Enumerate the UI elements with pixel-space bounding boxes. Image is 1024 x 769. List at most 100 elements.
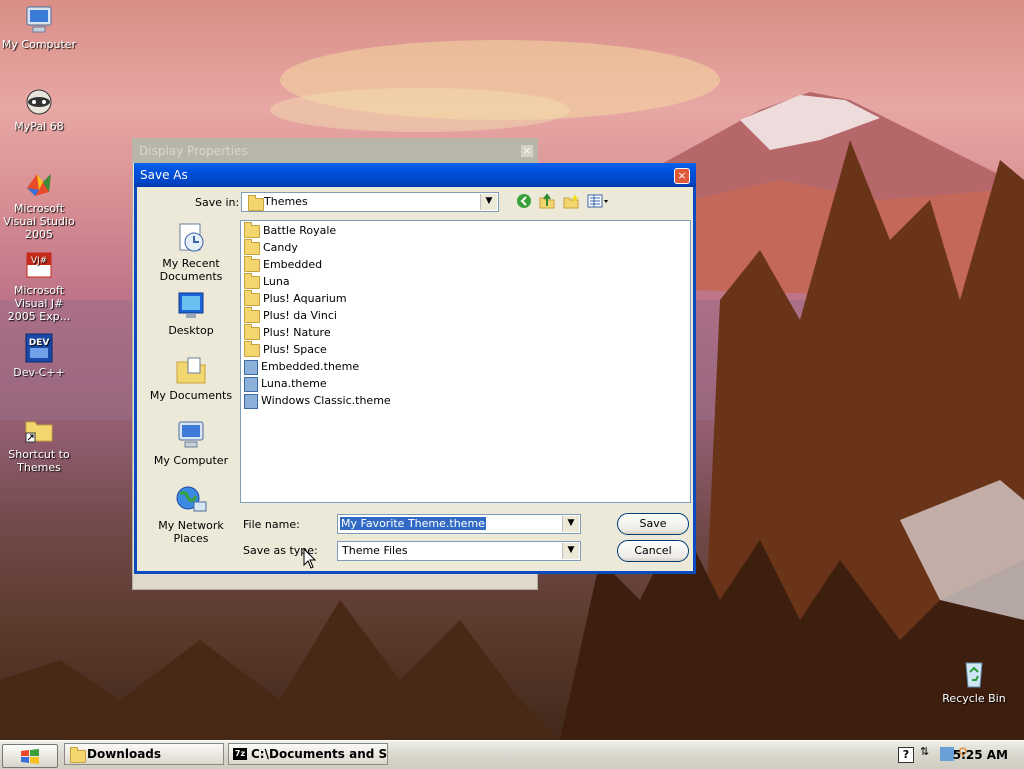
close-icon[interactable]: × <box>521 145 533 157</box>
save-type-value: Theme Files <box>342 544 408 557</box>
file-name-value[interactable]: My Favorite Theme.theme <box>340 517 486 530</box>
network-places-icon <box>176 486 207 512</box>
list-item[interactable]: Plus! Space <box>244 340 327 358</box>
desktop-icon <box>178 292 204 318</box>
desktop-icon-my-computer[interactable]: My Computer <box>0 4 79 51</box>
places-label: My Documents <box>149 389 233 402</box>
desktop-icon-label: Microsoft Visual J# 2005 Exp... <box>7 284 71 323</box>
theme-file-icon <box>244 393 258 409</box>
save-in-dropdown[interactable]: Themes ▼ <box>241 192 499 212</box>
save-in-label: Save in: <box>195 196 240 209</box>
taskbar-item-downloads[interactable]: Downloads <box>64 743 224 765</box>
list-item[interactable]: Plus! Nature <box>244 323 331 341</box>
places-my-network[interactable]: My Network Places <box>149 484 233 545</box>
folder-icon <box>70 747 86 763</box>
save-type-dropdown[interactable]: Theme Files ▼ <box>337 541 581 561</box>
theme-file-icon <box>244 359 258 375</box>
folder-icon <box>244 221 260 238</box>
chevron-down-icon[interactable]: ▼ <box>562 516 579 532</box>
taskbar: Downloads 7z C:\Documents and Se... ? ⇅ … <box>0 740 1024 769</box>
windows-logo-icon <box>21 749 39 764</box>
theme-file-icon <box>244 376 258 392</box>
taskbar-item-label: Downloads <box>87 747 162 761</box>
desktop-icon-label: Recycle Bin <box>942 692 1006 705</box>
list-item[interactable]: Battle Royale <box>244 221 336 239</box>
folder-icon <box>244 238 260 255</box>
svg-text:DEV: DEV <box>29 338 50 348</box>
list-item[interactable]: Candy <box>244 238 298 256</box>
list-item[interactable]: Windows Classic.theme <box>244 393 391 409</box>
desktop-icon-shortcut-themes[interactable]: Shortcut to Themes <box>0 414 79 474</box>
list-item[interactable]: Plus! Aquarium <box>244 289 347 307</box>
system-tray: ? ⇅ ⚲ 5:25 AM <box>896 742 1024 768</box>
list-item[interactable]: Luna.theme <box>244 376 327 392</box>
dialog-title: Save As <box>134 163 696 187</box>
visual-studio-icon <box>27 174 51 196</box>
folder-icon <box>244 289 260 306</box>
desktop-icon-visual-studio[interactable]: Microsoft Visual Studio 2005 <box>0 168 79 241</box>
up-folder-icon <box>539 193 555 209</box>
list-item[interactable]: Plus! da Vinci <box>244 306 337 324</box>
places-label: My Recent Documents <box>159 257 223 283</box>
desktop-icon-mypal[interactable]: MyPal 68 <box>0 86 79 133</box>
places-label: My Computer <box>153 454 229 467</box>
save-as-dialog: Save As × Save in: Themes ▼ My Recent Do… <box>134 163 696 574</box>
file-name-label: File name: <box>243 518 300 531</box>
network-connection-icon[interactable]: ⇅ <box>920 745 929 758</box>
places-label: My Network Places <box>158 519 224 545</box>
desktop-icon-label: Microsoft Visual Studio 2005 <box>3 202 75 241</box>
seven-zip-icon: 7z <box>233 748 247 760</box>
places-label: Desktop <box>168 324 214 337</box>
save-in-value: Themes <box>264 195 308 208</box>
places-recent-documents[interactable]: My Recent Documents <box>149 222 233 283</box>
places-my-computer[interactable]: My Computer <box>149 419 233 467</box>
folder-shortcut-icon <box>25 421 53 443</box>
raccoon-browser-icon <box>26 89 52 115</box>
desktop-icon-label: My Computer <box>1 38 77 51</box>
folder-icon <box>244 340 260 357</box>
view-menu-button[interactable] <box>585 193 611 213</box>
svg-text:VJ#: VJ# <box>31 256 47 266</box>
computer-icon <box>178 421 204 448</box>
folder-icon <box>244 306 260 323</box>
back-arrow-icon <box>517 194 531 208</box>
desktop-icon-label: MyPal 68 <box>14 120 64 133</box>
chevron-down-icon[interactable]: ▼ <box>562 543 579 559</box>
chevron-down-icon[interactable]: ▼ <box>480 194 497 210</box>
places-my-documents[interactable]: My Documents <box>149 354 233 402</box>
desktop-icon-recycle-bin[interactable]: Recycle Bin <box>934 658 1014 705</box>
up-folder-button[interactable] <box>537 193 557 213</box>
computer-icon <box>26 6 52 33</box>
save-button[interactable]: Save <box>617 513 689 535</box>
file-name-field[interactable]: My Favorite Theme.theme ▼ <box>337 514 581 534</box>
devcpp-icon: DEV <box>25 333 53 363</box>
cancel-button[interactable]: Cancel <box>617 540 689 562</box>
close-button[interactable]: × <box>674 168 690 184</box>
desktop-icon-label: Dev-C++ <box>13 366 65 379</box>
taskbar-item-7zip[interactable]: 7z C:\Documents and Se... <box>228 743 388 765</box>
back-button[interactable] <box>514 193 534 213</box>
folder-icon <box>244 272 260 289</box>
display-properties-title: Display Properties <box>133 139 537 163</box>
folder-icon <box>244 255 260 272</box>
new-folder-button[interactable] <box>561 193 581 213</box>
help-icon[interactable]: ? <box>898 747 914 763</box>
desktop-icon-visual-jsharp[interactable]: VJ# Microsoft Visual J# 2005 Exp... <box>0 250 79 323</box>
list-item[interactable]: Embedded.theme <box>244 359 359 375</box>
desktop-icon-devcpp[interactable]: DEV Dev-C++ <box>0 332 79 379</box>
my-documents-icon <box>176 357 206 384</box>
clock: 5:25 AM <box>952 748 1008 762</box>
recycle-bin-icon <box>965 662 983 688</box>
list-item[interactable]: Embedded <box>244 255 322 273</box>
folder-icon <box>248 195 264 211</box>
view-menu-icon <box>587 194 608 208</box>
mouse-cursor-icon <box>303 548 317 569</box>
places-desktop[interactable]: Desktop <box>149 289 233 337</box>
folder-icon <box>244 323 260 340</box>
taskbar-item-label: C:\Documents and Se... <box>251 747 388 761</box>
recent-documents-icon <box>179 223 204 252</box>
start-button[interactable] <box>2 744 58 768</box>
jsharp-icon: VJ# <box>26 252 52 278</box>
list-item[interactable]: Luna <box>244 272 290 290</box>
file-list[interactable]: Battle Royale Candy Embedded Luna Plus! … <box>240 220 691 503</box>
